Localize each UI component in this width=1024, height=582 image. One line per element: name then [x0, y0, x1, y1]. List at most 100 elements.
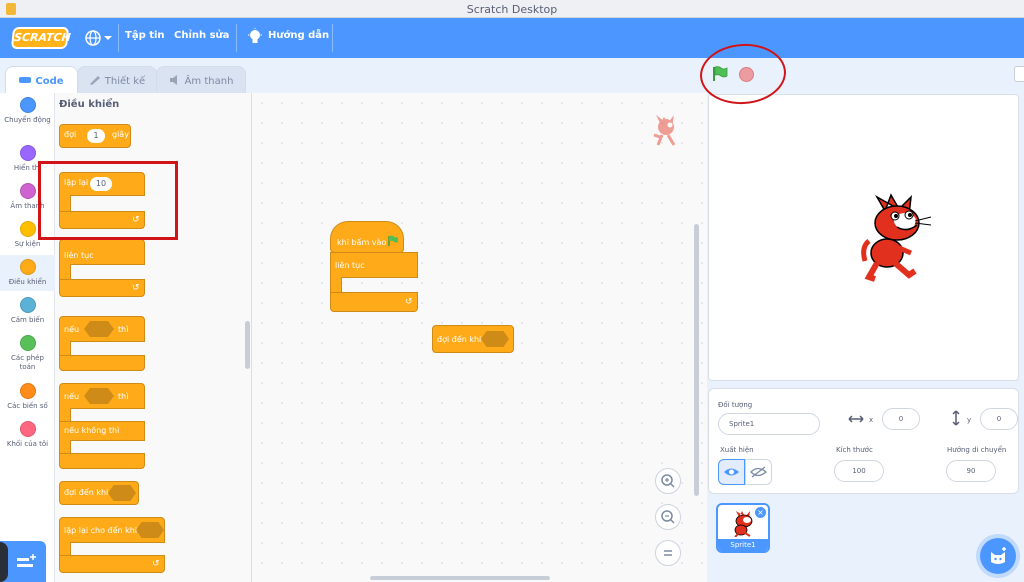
menu-divider [332, 24, 333, 52]
menu-edit[interactable]: Chỉnh sửa [174, 30, 229, 41]
y-input[interactable]: 0 [980, 408, 1018, 430]
size-input[interactable]: 100 [834, 460, 884, 482]
category-label: Điều khiển [8, 278, 47, 286]
zoom-reset-button[interactable] [655, 540, 681, 566]
menu-tutorials[interactable]: Hướng dẫn [268, 30, 329, 41]
hide-sprite-button[interactable] [745, 459, 772, 485]
block-text: khi bấm vào [337, 238, 387, 247]
size-label: Kích thước [836, 446, 873, 454]
category-dot [19, 421, 36, 437]
block-text: thì [118, 392, 129, 401]
title-bar: Scratch Desktop [0, 0, 1024, 18]
c-block-foot [59, 453, 145, 469]
zoom-out-button[interactable] [655, 504, 681, 530]
sprite-name-label: Đối tượng [718, 401, 753, 409]
category-label: Sự kiện [14, 240, 41, 248]
language-globe-icon[interactable] [84, 28, 114, 48]
block-wait-until[interactable]: đợi đến khi [432, 325, 514, 353]
loop-arrow-icon: ↺ [152, 559, 160, 569]
block-if-else[interactable]: nếu thì [59, 383, 145, 409]
block-if-then[interactable]: nếu thì [59, 316, 145, 342]
c-block-foot: ↺ [330, 292, 418, 312]
block-text: đợi [64, 130, 77, 139]
sprite-tile[interactable]: × Sprite1 [716, 503, 770, 553]
c-block-arm [59, 264, 71, 280]
category-dot [19, 97, 36, 113]
stage[interactable] [708, 94, 1019, 381]
tab-code[interactable]: Code [5, 66, 78, 96]
direction-label: Hướng di chuyển [947, 446, 1007, 454]
category-my-blocks[interactable]: Khối của tôi [0, 421, 55, 449]
tab-costumes[interactable]: Thiết kế [77, 66, 157, 94]
eye-slash-icon [750, 466, 767, 478]
window-title: Scratch Desktop [466, 3, 558, 16]
block-repeat-until[interactable]: lặp lại cho đến khi [59, 517, 165, 543]
scratch-desktop-window: Scratch Desktop SCRATCH Tập tin Chỉnh sử… [0, 0, 1024, 582]
x-input[interactable]: 0 [882, 408, 920, 430]
sprite-name-input[interactable]: Sprite1 [718, 413, 820, 435]
script-area-vertical-scrollbar[interactable] [694, 224, 699, 496]
category-dot [19, 221, 36, 237]
category-label: Chuyển động [4, 116, 51, 124]
category-control[interactable]: Điều khiển [0, 255, 55, 291]
y-label: y [967, 416, 972, 424]
category-operators[interactable]: Các phép toán [0, 335, 55, 372]
condition-slot[interactable] [108, 485, 136, 501]
tab-sounds[interactable]: Âm thanh [156, 66, 246, 94]
c-block-arm [59, 542, 71, 556]
menu-file[interactable]: Tập tin [125, 30, 165, 41]
zoom-in-button[interactable] [655, 468, 681, 494]
sprite-tile-name: Sprite1 [718, 539, 768, 551]
editor-tabs: Code Thiết kế Âm thanh [0, 58, 700, 96]
script-area[interactable]: khi bấm vào liên tục ↺ đợi đến khi [252, 93, 707, 582]
annotation-rectangle [38, 161, 178, 240]
eye-icon [724, 468, 739, 476]
lightbulb-icon[interactable] [248, 28, 262, 50]
category-dot [19, 335, 36, 351]
vertical-arrows-icon [952, 410, 960, 426]
choose-sprite-button[interactable] [980, 538, 1016, 574]
equals-icon [664, 550, 672, 556]
delete-sprite-icon[interactable]: × [755, 507, 766, 518]
show-sprite-button[interactable] [718, 459, 745, 485]
condition-slot[interactable] [481, 331, 509, 347]
cat-add-icon [991, 547, 1006, 564]
category-label: Cảm biến [10, 316, 45, 324]
block-forever[interactable]: liên tục [59, 239, 145, 265]
block-text: nếu [64, 325, 80, 334]
block-text: nếu không thì [64, 426, 120, 435]
condition-slot[interactable] [84, 388, 114, 404]
menu-bar: SCRATCH Tập tin Chỉnh sửa Hướng dẫn [0, 18, 1024, 58]
block-forever[interactable]: liên tục [330, 252, 418, 278]
category-motion[interactable]: Chuyển động [0, 97, 55, 125]
condition-slot[interactable] [136, 522, 164, 538]
block-wait[interactable]: đợi 1 giây [59, 124, 131, 148]
palette-scrollbar[interactable] [245, 321, 250, 369]
zoom-in-icon [661, 474, 675, 488]
menu-divider [118, 24, 119, 52]
zoom-out-icon [661, 510, 675, 524]
number-input[interactable]: 1 [87, 129, 105, 143]
category-sensing[interactable]: Cảm biến [0, 297, 55, 325]
stage-size-toggle[interactable] [1014, 66, 1024, 82]
else-section: nếu không thì [59, 421, 145, 441]
tab-sounds-label: Âm thanh [184, 76, 234, 87]
category-dot [19, 383, 36, 399]
loop-arrow-icon: ↺ [405, 297, 413, 307]
block-text: đợi đến khi [64, 488, 109, 497]
direction-input[interactable]: 90 [946, 460, 996, 482]
category-variables[interactable]: Các biến số [0, 383, 55, 411]
block-wait-until[interactable]: đợi đến khi [59, 481, 139, 505]
block-when-flag-clicked[interactable]: khi bấm vào [330, 221, 404, 253]
category-label: Khối của tôi [6, 440, 49, 448]
palette-title: Điều khiển [59, 99, 120, 110]
scratch-logo[interactable]: SCRATCH [10, 27, 71, 49]
c-block-foot [59, 355, 145, 371]
category-label: Các biến số [7, 402, 48, 410]
brush-icon [89, 75, 101, 85]
speaker-icon [169, 75, 181, 85]
script-area-horizontal-scrollbar[interactable] [370, 576, 550, 580]
green-flag-icon [388, 235, 398, 246]
condition-slot[interactable] [84, 321, 114, 337]
block-text: lặp lại cho đến khi [64, 526, 138, 535]
